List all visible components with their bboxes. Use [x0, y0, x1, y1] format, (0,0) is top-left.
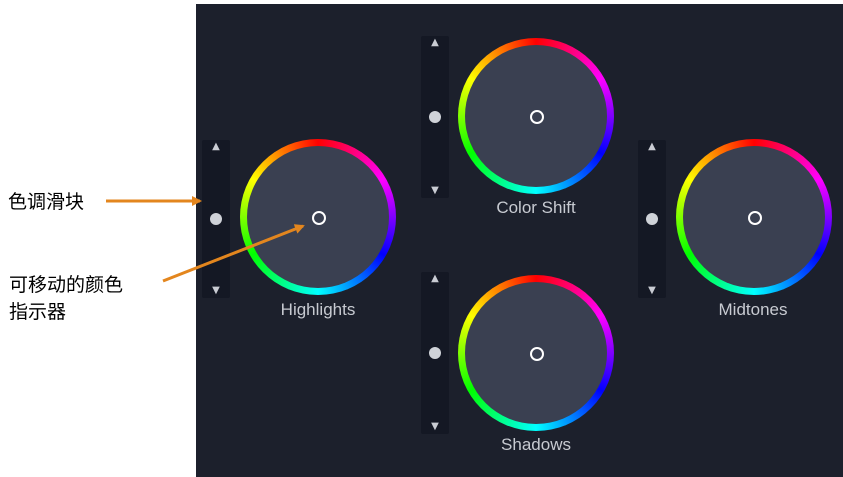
annotation-arrows: [106, 196, 305, 283]
color-indicator-arrow: [162, 224, 305, 283]
